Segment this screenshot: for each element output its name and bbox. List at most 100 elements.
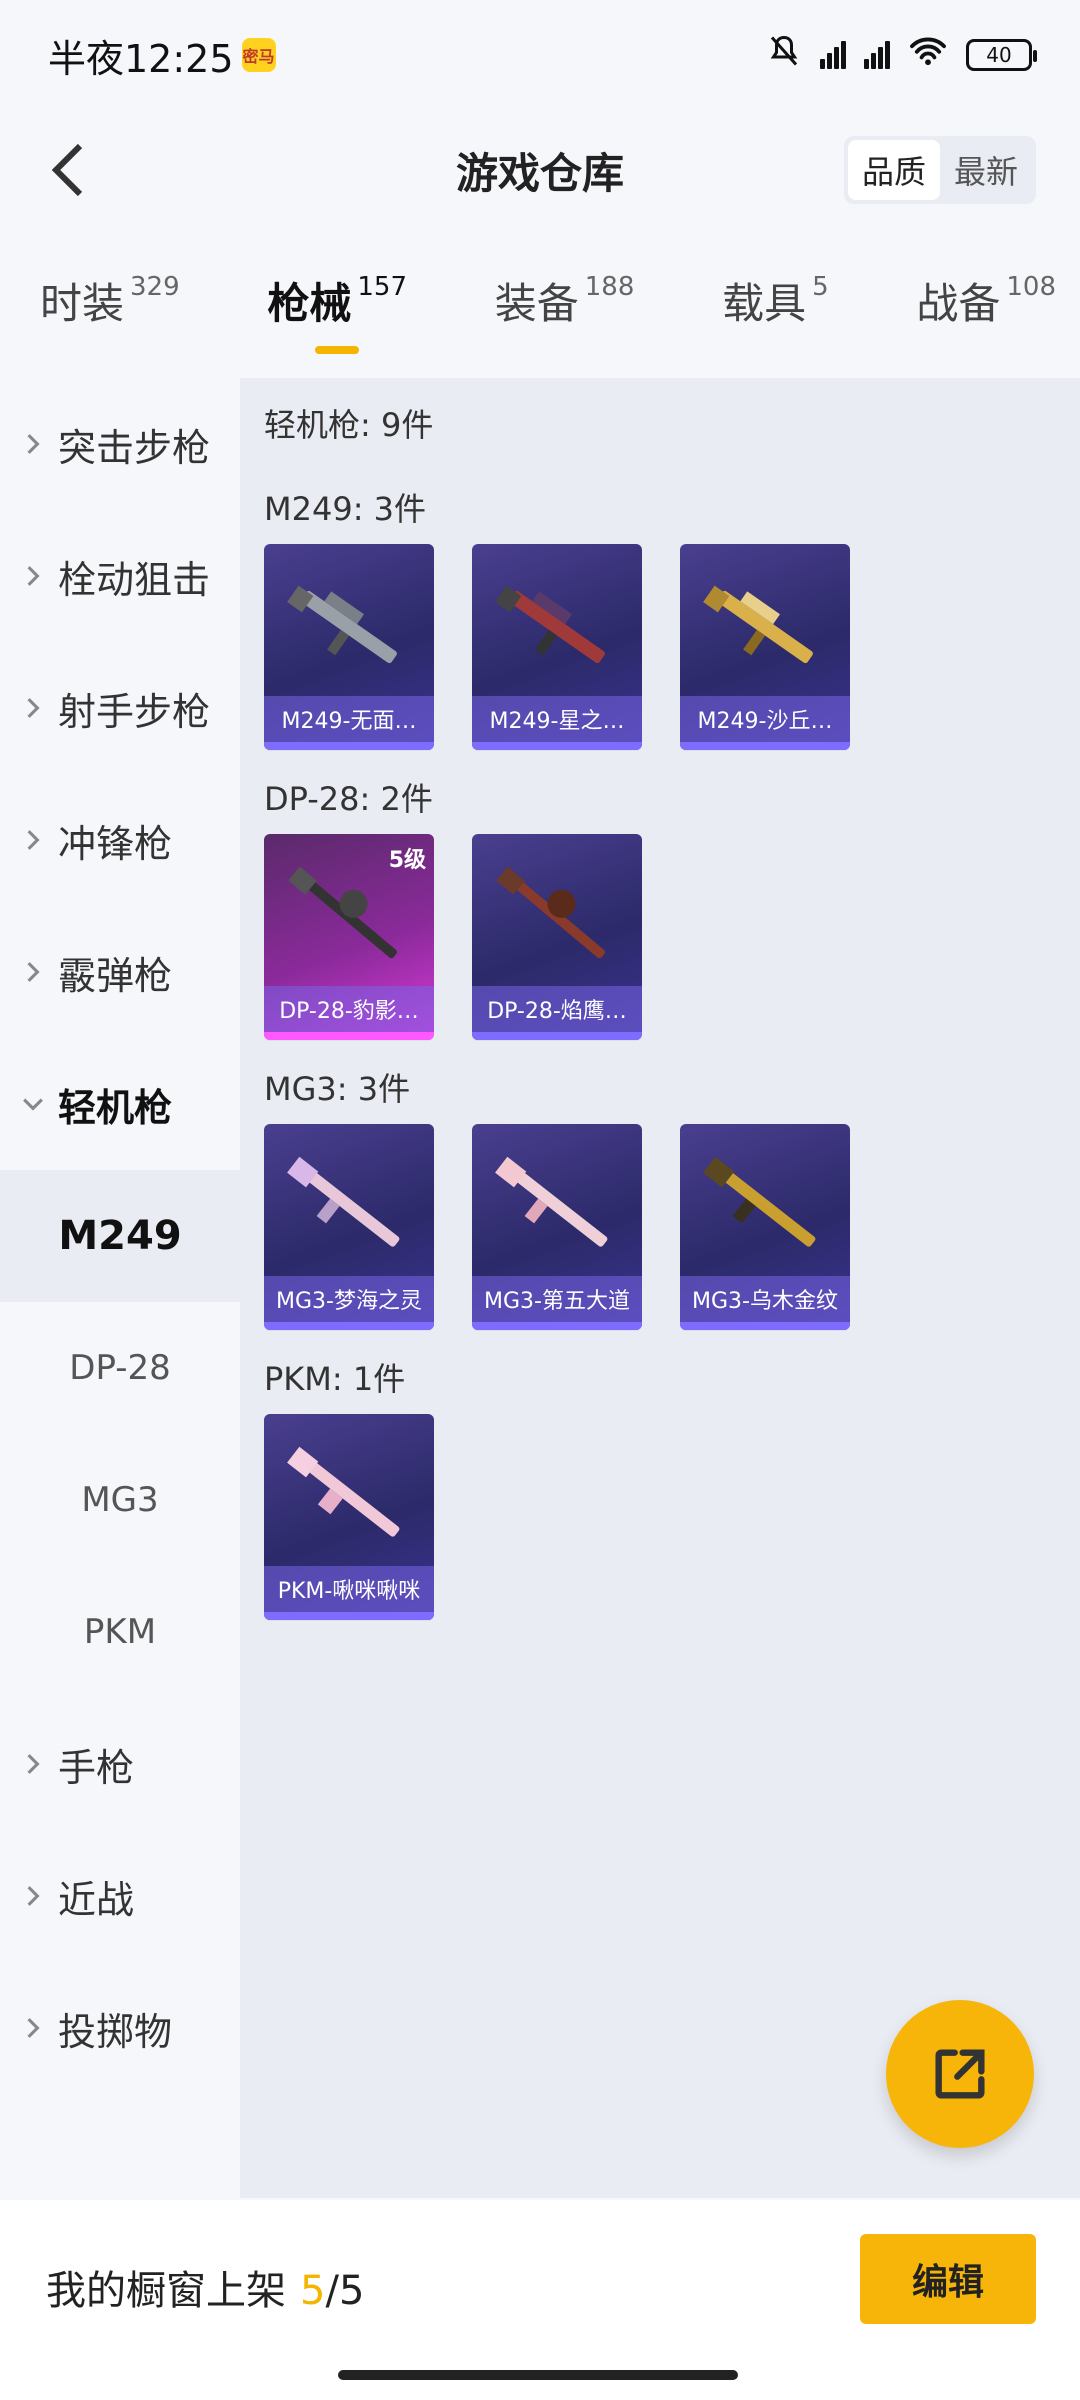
group-title: M249: 3件 <box>264 490 427 528</box>
skin-card[interactable]: M249-星之… <box>472 544 642 750</box>
skin-card[interactable]: MG3-乌木金纹 <box>680 1124 850 1330</box>
active-tab-indicator <box>315 346 360 354</box>
skin-name: M249-星之… <box>472 696 642 742</box>
skin-name: M249-沙丘… <box>680 696 850 742</box>
tab-count: 5 <box>812 272 829 302</box>
edit-button[interactable]: 编辑 <box>860 2234 1036 2324</box>
sidebar-item-smg[interactable]: 冲锋枪 <box>0 774 240 906</box>
sidebar-sub-dp28[interactable]: DP-28 <box>0 1302 240 1434</box>
sidebar-item-label: 手枪 <box>58 1745 135 1790</box>
chevron-down-icon <box>22 1093 44 1115</box>
skin-card[interactable]: MG3-第五大道 <box>472 1124 642 1330</box>
rarity-stripe <box>264 1032 434 1040</box>
skin-name: MG3-第五大道 <box>472 1276 642 1322</box>
sort-newest-button[interactable]: 最新 <box>940 140 1032 200</box>
home-indicator[interactable] <box>338 2370 738 2380</box>
gun-image <box>495 1156 608 1247</box>
group-title: DP-28: 2件 <box>264 780 433 818</box>
tab-label: 战备 <box>916 279 1001 328</box>
showcase-limit: 5 <box>338 2268 365 2314</box>
sidebar-item-throwables[interactable]: 投掷物 <box>0 1962 240 2094</box>
showcase-used-count: 5 <box>300 2268 326 2314</box>
wifi-icon <box>908 35 948 75</box>
share-button[interactable] <box>886 2000 1034 2148</box>
skin-card[interactable]: M249-沙丘… <box>680 544 850 750</box>
sidebar-item-pistol[interactable]: 手枪 <box>0 1698 240 1830</box>
chevron-left-icon <box>51 143 83 197</box>
chevron-right-icon <box>22 565 44 587</box>
tab-label: 载具 <box>722 279 807 328</box>
sidebar-item-label: 霰弹枪 <box>58 953 173 998</box>
card-row: MG3-梦海之灵 MG3-第五大道 MG3-乌木金纹 <box>264 1124 1056 1330</box>
tab-firearms[interactable]: 枪械 157 <box>267 258 408 354</box>
gun-image <box>287 1156 400 1247</box>
sidebar-sub-pkm[interactable]: PKM <box>0 1566 240 1698</box>
tab-label: 装备 <box>494 279 579 328</box>
sort-toggle: 品质 最新 <box>843 136 1036 204</box>
rarity-stripe <box>472 742 642 750</box>
rarity-stripe <box>472 1032 642 1040</box>
skin-card[interactable]: DP-28-焰鹰… <box>472 834 642 1040</box>
chevron-right-icon <box>22 829 44 851</box>
tab-label: 时装 <box>40 279 125 328</box>
gun-image <box>703 1156 816 1247</box>
share-icon <box>935 2049 985 2099</box>
gun-image <box>287 1446 400 1537</box>
sidebar-item-label: 近战 <box>58 1877 135 1922</box>
chevron-right-icon <box>22 961 44 983</box>
sidebar-item-label: 突击步枪 <box>58 425 211 470</box>
sidebar-item-label: 投掷物 <box>58 2009 173 2054</box>
tab-supplies[interactable]: 战备 108 <box>916 258 1056 331</box>
clock-text: 半夜12:25 <box>48 36 234 81</box>
sidebar-item-lmg[interactable]: 轻机枪 <box>0 1038 240 1170</box>
battery-icon: 40 <box>966 39 1037 71</box>
tab-fashion[interactable]: 时装 329 <box>40 258 180 331</box>
bottom-bar: 我的橱窗上架 5 / 5 编辑 <box>0 2200 1080 2400</box>
group-title: PKM: 1件 <box>264 1360 406 1398</box>
weapon-category-sidebar: 突击步枪 栓动狙击 射手步枪 冲锋枪 霰弹枪 轻机枪 M249 DP-28 MG… <box>0 378 240 2198</box>
page-title: 游戏仓库 <box>455 148 624 198</box>
tab-vehicles[interactable]: 载具 5 <box>722 258 829 331</box>
gun-image <box>495 585 605 664</box>
rarity-stripe <box>472 1322 642 1330</box>
card-row: 5级 DP-28-豹影… DP-28-焰鹰… <box>264 834 1056 1040</box>
hd-signal-icon <box>820 41 846 69</box>
sidebar-item-assault-rifle[interactable]: 突击步枪 <box>0 378 240 510</box>
skin-name: DP-28-豹影… <box>264 986 434 1032</box>
tab-equipment[interactable]: 装备 188 <box>495 258 635 331</box>
skin-name: DP-28-焰鹰… <box>472 986 642 1032</box>
chevron-right-icon <box>22 433 44 455</box>
rarity-stripe <box>264 742 434 750</box>
status-time: 半夜12:25 密马 <box>48 28 276 83</box>
sidebar-item-bolt-sniper[interactable]: 栓动狙击 <box>0 510 240 642</box>
skin-card[interactable]: M249-无面… <box>264 544 434 750</box>
rarity-stripe <box>680 1322 850 1330</box>
rarity-stripe <box>264 1612 434 1620</box>
tab-count: 157 <box>357 272 408 302</box>
sidebar-item-shotgun[interactable]: 霰弹枪 <box>0 906 240 1038</box>
sidebar-item-marksman-rifle[interactable]: 射手步枪 <box>0 642 240 774</box>
skin-card[interactable]: MG3-梦海之灵 <box>264 1124 434 1330</box>
showcase-separator: / <box>325 2268 339 2314</box>
sidebar-item-label: 冲锋枪 <box>58 821 173 866</box>
app-notification-icon: 密马 <box>241 38 276 72</box>
category-total: 轻机枪: 9件 <box>264 406 434 444</box>
rarity-stripe <box>680 742 850 750</box>
level-badge: 5级 <box>388 848 426 873</box>
battery-level: 40 <box>986 43 1012 67</box>
rarity-stripe <box>264 1322 434 1330</box>
card-row: PKM-啾咪啾咪 <box>264 1414 1056 1620</box>
skin-card[interactable]: 5级 DP-28-豹影… <box>264 834 434 1040</box>
skin-card[interactable]: PKM-啾咪啾咪 <box>264 1414 434 1620</box>
back-button[interactable] <box>30 132 106 208</box>
skin-name: MG3-梦海之灵 <box>264 1276 434 1322</box>
skin-name: M249-无面… <box>264 696 434 742</box>
chevron-right-icon <box>22 1753 44 1775</box>
sidebar-sub-mg3[interactable]: MG3 <box>0 1434 240 1566</box>
sidebar-item-melee[interactable]: 近战 <box>0 1830 240 1962</box>
sort-quality-button[interactable]: 品质 <box>847 140 940 200</box>
gun-image <box>703 585 813 664</box>
status-bar: 半夜12:25 密马 40 <box>0 0 1080 110</box>
sidebar-sub-m249[interactable]: M249 <box>0 1170 240 1302</box>
gun-image <box>496 866 605 959</box>
